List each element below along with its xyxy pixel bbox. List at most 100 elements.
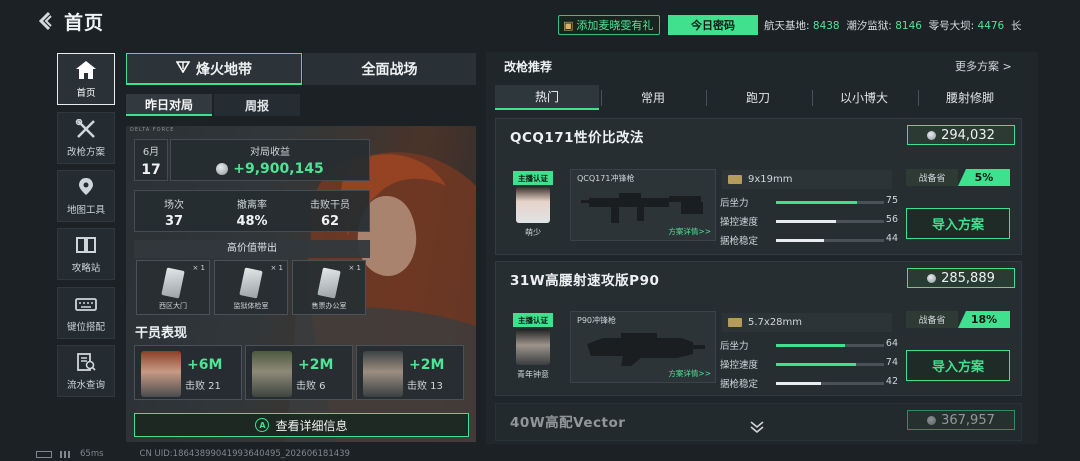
build-details-link[interactable]: 方案详情>> (668, 226, 711, 237)
stat-value: 42 (885, 376, 898, 387)
date-card: 6月 17 (134, 139, 168, 181)
income-amount: +9,900,145 (233, 161, 324, 177)
item-name: 西区大门 (159, 302, 187, 310)
tab-weekly-report[interactable]: 周报 (214, 94, 300, 116)
gun-preview[interactable]: QCQ171冲锋枪 方案详情>> (570, 169, 716, 241)
stat-label: 操控速度 (720, 360, 759, 371)
sidebar-item-records[interactable]: 流水查询 (57, 345, 115, 397)
operator-kills: 击败 6 (296, 381, 326, 392)
operator-card[interactable]: +6M 击败 21 (134, 345, 242, 400)
build-price: 367,957 (907, 410, 1015, 430)
code-label: 航天基地: (764, 20, 810, 32)
stat-value: 62 (320, 214, 340, 229)
more-builds-link[interactable]: 更多方案 > (955, 58, 1012, 74)
import-build-button[interactable]: 导入方案 (906, 350, 1010, 381)
build-details-link[interactable]: 方案详情>> (668, 368, 711, 379)
import-build-button[interactable]: 导入方案 (906, 208, 1010, 239)
record-search-icon (75, 352, 97, 372)
back-arrow-icon[interactable] (36, 10, 58, 32)
coin-icon (927, 130, 937, 140)
sidebar-item-map-tools[interactable]: 地图工具 (57, 170, 115, 222)
stat-kills: 击败干员 62 (291, 191, 369, 231)
map-pin-icon (75, 177, 97, 197)
page-title: 首页 (64, 12, 105, 34)
streamer-name: 萌少 (525, 228, 541, 237)
tab-yesterday-matches[interactable]: 昨日对局 (126, 94, 212, 116)
readiness-value: 18% (958, 311, 1010, 328)
daily-code-button[interactable]: 今日密码 (668, 15, 758, 35)
uid-label: CN UID:18643899041993640495_202606181439 (139, 449, 350, 459)
build-price: 285,889 (907, 268, 1015, 288)
build-card[interactable]: 31W高腰射速攻版P90 285,889 主播认证 青年钟意 P90冲锋枪 方案… (495, 261, 1022, 396)
chevron-down-icon[interactable] (749, 420, 765, 438)
item-count: × 1 (270, 264, 283, 272)
stat-label: 操控速度 (720, 217, 759, 228)
book-icon (75, 235, 97, 255)
stat-bar-fill (776, 344, 846, 347)
keycard-icon (239, 267, 263, 299)
operator-kills: 击败 13 (407, 381, 443, 392)
stat-label: 撤离率 (237, 200, 267, 211)
tab-knife-run[interactable]: 跑刀 (706, 85, 810, 110)
operator-gain: +2M (298, 357, 334, 373)
stat-bar-fill (776, 382, 822, 385)
stat-label: 后坐力 (720, 198, 749, 209)
code-value: 4476 (977, 20, 1005, 32)
tab-label: 烽火地带 (196, 61, 252, 78)
tab-budget[interactable]: 以小博大 (812, 85, 916, 110)
stat-value: 64 (885, 338, 898, 349)
operator-kills: 击败 21 (185, 381, 221, 392)
ammo-icon (728, 318, 742, 327)
high-value-item[interactable]: × 1 西区大门 (136, 260, 210, 315)
sidebar-item-label: 改枪方案 (66, 146, 105, 158)
stat-stability: 据枪稳定 44 (720, 233, 910, 247)
stat-value: 56 (885, 214, 898, 225)
stat-recoil: 后坐力 64 (720, 338, 910, 352)
sidebar-item-label: 键位搭配 (66, 321, 105, 333)
stat-bar (776, 363, 884, 366)
stat-extract-rate: 撤离率 48% (213, 191, 291, 231)
sidebar-item-home[interactable]: 首页 (57, 53, 115, 105)
tab-mode-hazard-zone[interactable]: 烽火地带 (126, 53, 302, 85)
build-card[interactable]: QCQ171性价比改法 294,032 主播认证 萌少 QCQ171冲锋枪 方案… (495, 118, 1022, 255)
build-title: QCQ171性价比改法 (510, 130, 645, 146)
high-value-item[interactable]: × 1 售票办公室 (292, 260, 366, 315)
stat-bar (776, 201, 884, 204)
high-value-item[interactable]: × 1 监狱体检室 (214, 260, 288, 315)
income-card: 对局收益 +9,900,145 (170, 139, 370, 181)
keycard-icon (161, 267, 185, 299)
ammo-label: 9x19mm (748, 174, 793, 185)
gun-preview[interactable]: P90冲锋枪 方案详情>> (570, 311, 716, 383)
sidebar-item-guides[interactable]: 攻略站 (57, 228, 115, 280)
stat-label: 击败干员 (310, 200, 350, 211)
tab-mode-full-battlefield[interactable]: 全面战场 (303, 53, 476, 85)
p90-icon (587, 333, 705, 366)
stat-bar-fill (776, 220, 837, 223)
stat-label: 后坐力 (720, 341, 749, 352)
ammo-icon (728, 175, 742, 184)
streamer-name: 青年钟意 (517, 370, 549, 379)
stat-bar-fill (776, 201, 857, 204)
view-details-label: 查看详细信息 (275, 418, 348, 433)
sidebar-item-keybinds[interactable]: 键位搭配 (57, 287, 115, 339)
operator-card[interactable]: +2M 击败 13 (356, 345, 464, 400)
sidebar-item-label: 攻略站 (71, 262, 101, 274)
stat-label: 据枪稳定 (720, 379, 759, 390)
ammo-type: 9x19mm (722, 170, 892, 189)
keycard-icon (317, 267, 341, 299)
item-name: 监狱体检室 (233, 302, 269, 310)
operator-card[interactable]: +2M 击败 6 (245, 345, 353, 400)
view-details-button[interactable]: A 查看详细信息 (134, 413, 469, 437)
promo-button[interactable]: ▣ 添加麦晓雯有礼 (558, 15, 660, 35)
tab-hipfire[interactable]: 腰射修脚 (918, 85, 1022, 110)
smg-icon (581, 193, 703, 223)
gun-name: QCQ171冲锋枪 (577, 174, 635, 183)
promo-label: 添加麦晓雯有礼 (576, 19, 654, 32)
operator-gain: +6M (187, 357, 223, 373)
sidebar-item-gun-mod[interactable]: 改枪方案 (57, 112, 115, 164)
tab-common[interactable]: 常用 (601, 85, 705, 110)
coin-icon (927, 415, 937, 425)
tab-hot[interactable]: 热门 (495, 85, 599, 110)
code-value: 8438 (812, 20, 840, 32)
sidebar-item-label: 首页 (76, 87, 96, 99)
